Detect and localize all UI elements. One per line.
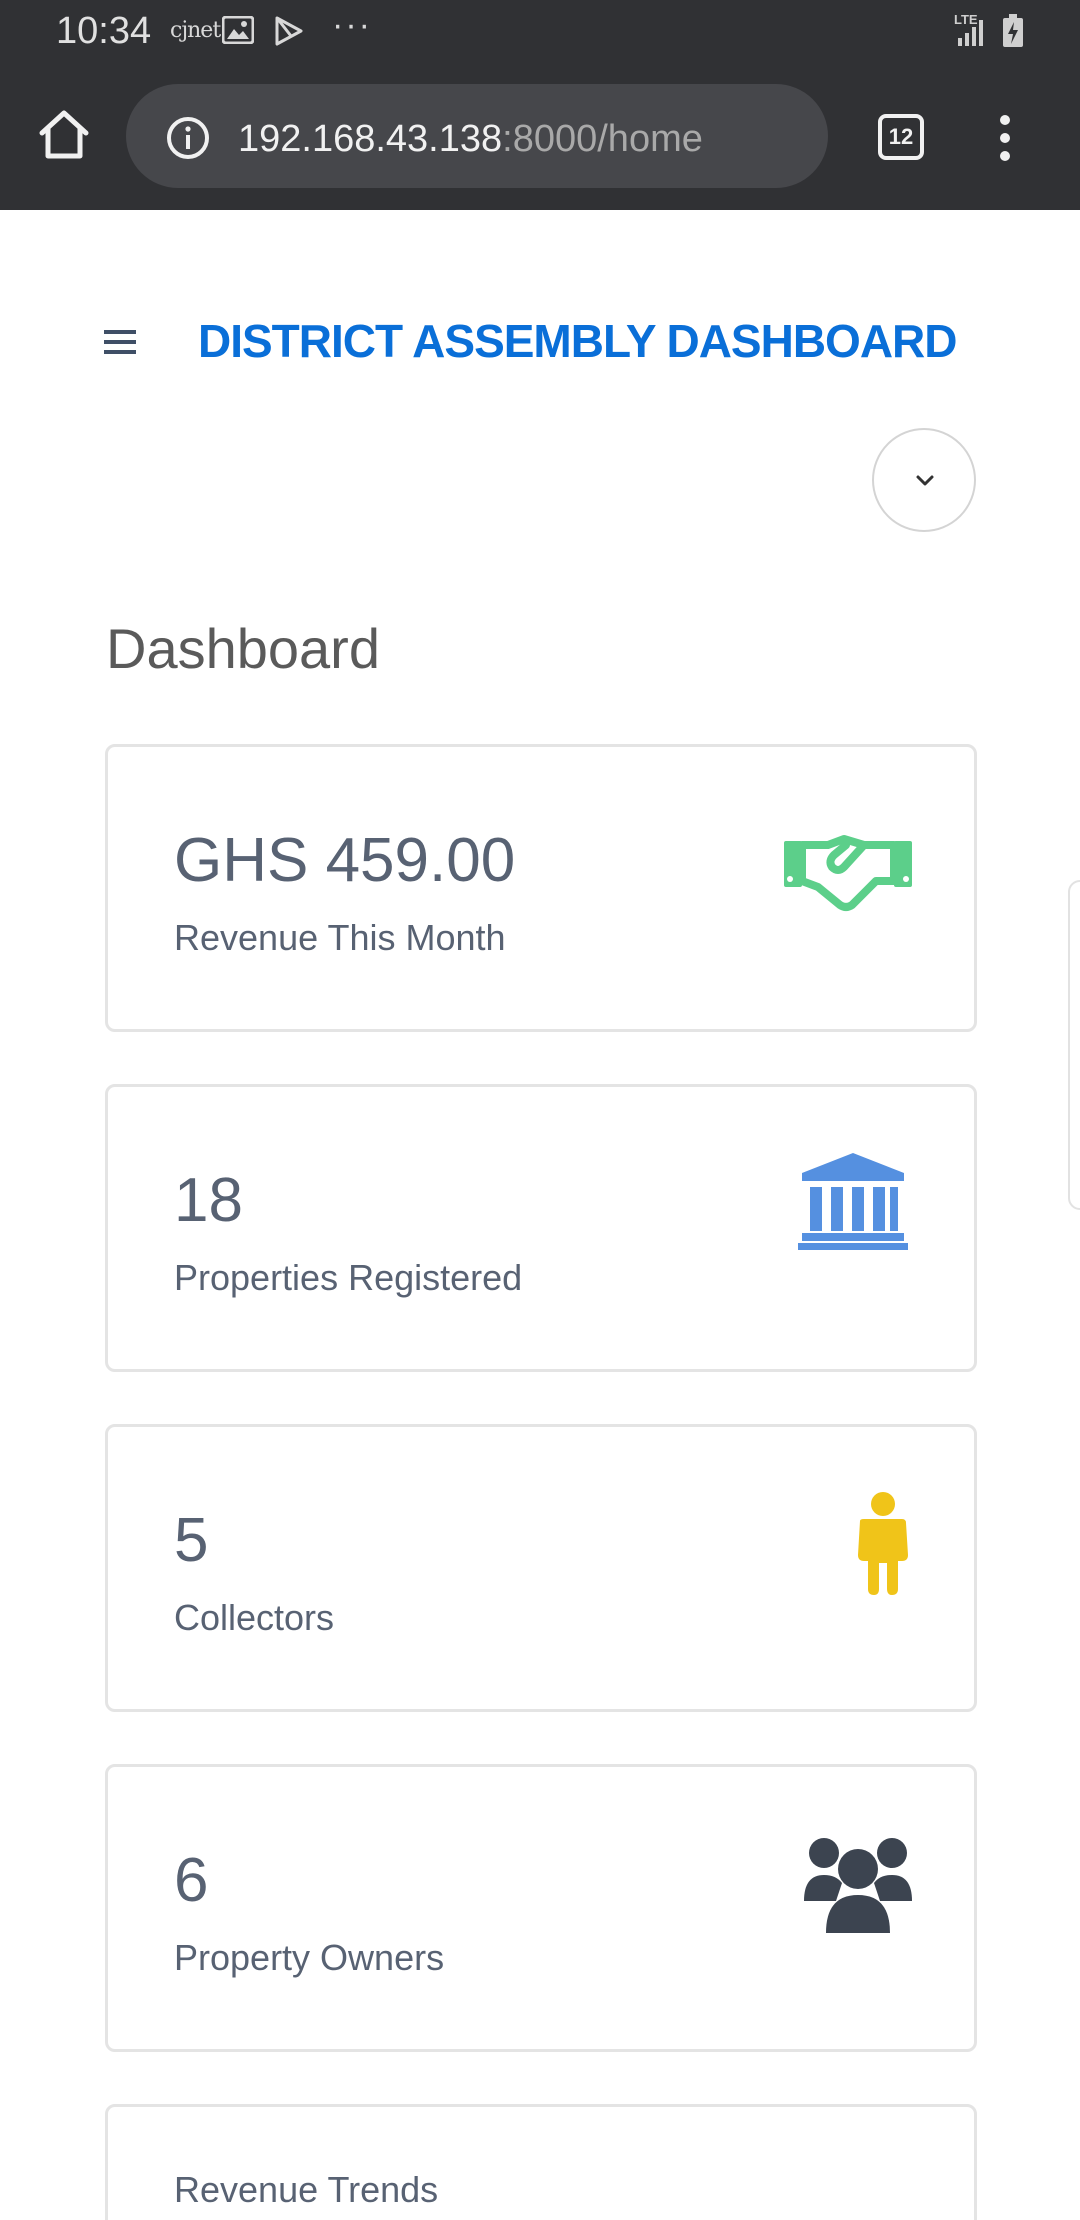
stat-card-revenue: GHS 459.00 Revenue This Month <box>105 744 977 1032</box>
image-notification-icon <box>222 16 254 44</box>
more-notifications-icon: ··· <box>332 6 372 44</box>
browser-menu-icon[interactable] <box>990 112 1020 164</box>
owners-value: 6 <box>174 1846 209 1915</box>
url-path: :8000/home <box>502 118 703 160</box>
url-text[interactable]: 192.168.43.138:8000/home <box>238 118 703 161</box>
site-info-icon[interactable] <box>166 116 210 160</box>
users-icon <box>804 1838 912 1933</box>
tab-switcher-button[interactable]: 12 <box>878 114 924 160</box>
page-title: Dashboard <box>106 617 380 680</box>
side-panel-handle[interactable] <box>1068 880 1080 1210</box>
battery-charging-icon <box>1003 14 1023 47</box>
revenue-trends-card: Revenue Trends <box>105 2104 977 2220</box>
app-title[interactable]: DISTRICT ASSEMBLY DASHBOARD <box>198 314 957 368</box>
owners-label: Property Owners <box>174 1937 445 1978</box>
url-host: 192.168.43.138 <box>238 118 503 160</box>
chevron-down-icon <box>916 475 934 486</box>
collectors-value: 5 <box>174 1506 209 1575</box>
collectors-label: Collectors <box>174 1597 335 1638</box>
properties-value: 18 <box>174 1166 243 1235</box>
revenue-label: Revenue This Month <box>174 917 506 958</box>
status-time: 10:34 <box>56 10 152 52</box>
handshake-icon <box>784 835 912 911</box>
revenue-trends-title: Revenue Trends <box>174 2169 439 2210</box>
bank-icon <box>798 1153 908 1250</box>
status-bar: 10:34 cjnet ··· LTE <box>0 0 1080 64</box>
page-content: DISTRICT ASSEMBLY DASHBOARD Dashboard GH… <box>0 210 1080 2220</box>
properties-label: Properties Registered <box>174 1257 523 1298</box>
stat-card-owners: 6 Property Owners <box>105 1764 977 2052</box>
person-icon <box>858 1492 908 1595</box>
cnet-notification-icon: cjnet <box>170 18 221 43</box>
browser-toolbar: 192.168.43.138:8000/home 12 <box>0 64 1080 210</box>
stat-card-properties: 18 Properties Registered <box>105 1084 977 1372</box>
hamburger-menu-icon[interactable] <box>104 328 136 356</box>
profile-dropdown-button[interactable] <box>872 428 976 532</box>
revenue-value: GHS 459.00 <box>174 826 516 895</box>
home-icon[interactable] <box>36 106 92 162</box>
address-bar[interactable]: 192.168.43.138:8000/home <box>126 84 828 188</box>
stat-card-collectors: 5 Collectors <box>105 1424 977 1712</box>
signal-icon <box>958 20 983 46</box>
play-store-notification-icon <box>275 16 303 46</box>
